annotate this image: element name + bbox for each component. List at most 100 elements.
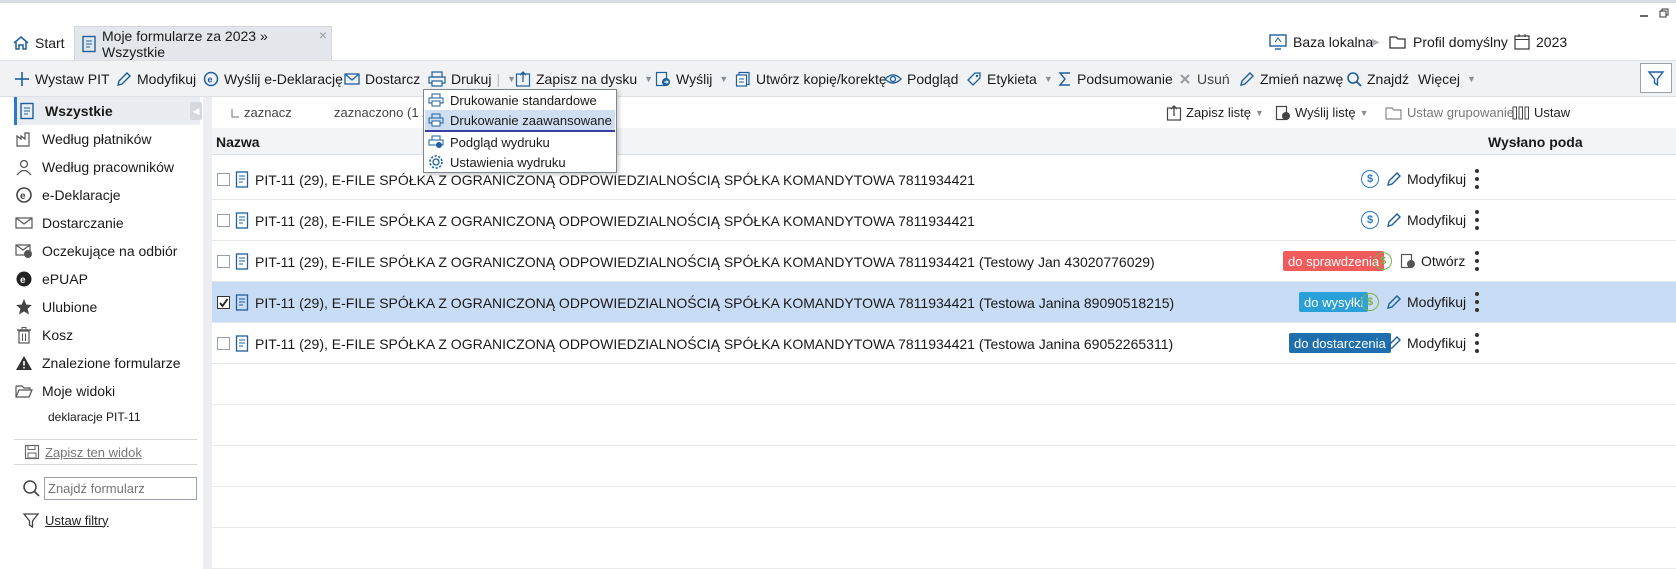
sidebar-item-delivery[interactable]: Dostarczanie bbox=[14, 209, 200, 237]
table-row-selected[interactable]: PIT-11 (29), E-FILE SPÓŁKA Z OGRANICZONĄ… bbox=[212, 282, 1676, 323]
row-action-button[interactable]: Modyfikuj bbox=[1386, 333, 1466, 353]
set-grouping-button[interactable]: Ustaw grupowanie bbox=[1385, 97, 1514, 128]
row-action-label: Otwórz bbox=[1421, 253, 1466, 269]
row-menu-icon[interactable] bbox=[1474, 210, 1480, 230]
chevron-down-icon: ▼ bbox=[644, 73, 654, 84]
set-columns-button[interactable]: Ustaw bbox=[1512, 97, 1570, 128]
folder-icon bbox=[1385, 105, 1403, 121]
x-icon bbox=[1178, 72, 1192, 86]
find-button[interactable]: Znajdź bbox=[1346, 61, 1409, 96]
row-action-button[interactable]: Modyfikuj bbox=[1386, 292, 1466, 312]
issue-pit-button[interactable]: Wystaw PIT bbox=[14, 61, 110, 96]
more-label: Więcej bbox=[1418, 70, 1461, 87]
table-row[interactable]: PIT-11 (29), E-FILE SPÓŁKA Z OGRANICZONĄ… bbox=[212, 323, 1676, 364]
row-action-button[interactable]: Otwórz bbox=[1400, 251, 1465, 271]
delete-button[interactable]: Usuń bbox=[1178, 61, 1230, 96]
folder-icon bbox=[1388, 33, 1408, 51]
print-label: Drukuj bbox=[451, 70, 492, 87]
restore-icon[interactable] bbox=[1656, 5, 1672, 21]
more-button[interactable]: Więcej ▼ bbox=[1418, 61, 1476, 96]
deliver-button[interactable]: Dostarcz bbox=[344, 61, 420, 96]
row-menu-icon[interactable] bbox=[1474, 333, 1480, 353]
profile-label: Profil domyślny bbox=[1413, 34, 1508, 50]
sidebar-item-found-forms[interactable]: Znalezione formularze bbox=[14, 349, 200, 377]
tab-my-forms-label: Moje formularze za 2023 » Wszystkie bbox=[102, 27, 268, 60]
column-sent-header[interactable]: Wysłano poda bbox=[1488, 134, 1583, 150]
column-name-header[interactable]: Nazwa bbox=[216, 134, 260, 150]
sidebar-divider bbox=[14, 464, 197, 465]
sidebar-item-by-payers[interactable]: Według płatników bbox=[14, 125, 200, 153]
rename-button[interactable]: Zmień nazwę bbox=[1239, 61, 1343, 96]
sidebar-item-trash[interactable]: Kosz bbox=[14, 321, 200, 349]
send-list-button[interactable]: Wyślij listę ▼ bbox=[1275, 97, 1368, 128]
row-checkbox[interactable] bbox=[217, 214, 230, 227]
row-checkbox-checked[interactable] bbox=[217, 296, 230, 309]
menu-item-label: Drukowanie standardowe bbox=[450, 92, 597, 108]
label-label: Etykieta bbox=[987, 70, 1037, 87]
menu-item-print-preview[interactable]: Podgląd wydruku bbox=[425, 132, 615, 152]
database-link[interactable]: Baza lokalna bbox=[1268, 30, 1373, 54]
menu-item-print-settings[interactable]: Ustawienia wydruku bbox=[425, 152, 615, 172]
sidebar-item-my-views[interactable]: Moje widoki bbox=[14, 377, 200, 405]
row-checkbox[interactable] bbox=[217, 255, 230, 268]
printer-icon bbox=[428, 113, 444, 127]
form-search-input[interactable] bbox=[44, 477, 197, 500]
label-button[interactable]: Etykieta ▼ bbox=[966, 61, 1053, 96]
tab-close-icon[interactable]: × bbox=[319, 27, 327, 43]
folder-open-icon bbox=[14, 381, 34, 401]
pencil-icon bbox=[116, 71, 132, 87]
collapse-sidebar-icon[interactable]: ◀ bbox=[190, 102, 202, 120]
row-action-label: Modyfikuj bbox=[1407, 294, 1467, 310]
status-badge: do wysyłki bbox=[1299, 292, 1369, 312]
chevron-down-icon: ▼ bbox=[719, 73, 729, 84]
row-menu-icon[interactable] bbox=[1474, 169, 1480, 189]
modify-button[interactable]: Modyfikuj bbox=[116, 61, 196, 96]
send-edeclaration-button[interactable]: e Wyślij e-Deklarację bbox=[203, 61, 343, 96]
open-document-icon bbox=[1400, 253, 1416, 269]
funnel-icon bbox=[1647, 69, 1665, 87]
save-view-link[interactable]: Zapisz ten widok bbox=[24, 442, 142, 462]
document-icon bbox=[81, 35, 97, 53]
sidebar-item-by-employees[interactable]: Według pracowników bbox=[14, 153, 200, 181]
sidebar-item-favorites[interactable]: Ulubione bbox=[14, 293, 200, 321]
row-menu-icon[interactable] bbox=[1474, 292, 1480, 312]
empty-row bbox=[212, 405, 1676, 446]
send-button[interactable]: Wyślij ▼ bbox=[655, 61, 728, 96]
row-action-button[interactable]: Modyfikuj bbox=[1386, 169, 1466, 189]
row-checkbox[interactable] bbox=[217, 173, 230, 186]
row-action-label: Modyfikuj bbox=[1407, 212, 1467, 228]
save-list-button[interactable]: Zapisz listę ▼ bbox=[1166, 97, 1264, 128]
sidebar-item-awaiting[interactable]: Oczekujące na odbiór bbox=[14, 237, 200, 265]
sidebar-item-epuap[interactable]: e ePUAP bbox=[14, 265, 200, 293]
set-filters-link[interactable]: Ustaw filtry bbox=[22, 510, 109, 530]
funnel-icon bbox=[22, 511, 40, 529]
document-icon bbox=[235, 294, 249, 311]
sidebar-splitter[interactable] bbox=[203, 97, 212, 569]
select-toggle[interactable]: zaznacz bbox=[230, 97, 292, 128]
search-icon bbox=[22, 479, 40, 497]
sidebar-view-pit11[interactable]: deklaracje PIT-11 bbox=[48, 410, 141, 424]
tab-start[interactable]: Start bbox=[6, 26, 68, 60]
row-menu-icon[interactable] bbox=[1474, 251, 1480, 271]
menu-item-standard-print[interactable]: Drukowanie standardowe bbox=[425, 90, 615, 110]
minimize-icon[interactable] bbox=[1636, 5, 1652, 21]
summary-button[interactable]: Podsumowanie bbox=[1058, 61, 1173, 96]
year-selector[interactable]: 2023 bbox=[1513, 30, 1567, 54]
empty-row bbox=[212, 446, 1676, 487]
profile-link[interactable]: Profil domyślny bbox=[1388, 30, 1508, 54]
preview-button[interactable]: Podgląd bbox=[884, 61, 958, 96]
set-columns-label: Ustaw bbox=[1534, 105, 1571, 120]
issue-pit-label: Wystaw PIT bbox=[35, 70, 110, 87]
sidebar-item-all[interactable]: Wszystkie bbox=[14, 97, 200, 125]
row-checkbox[interactable] bbox=[217, 337, 230, 350]
floppy-icon bbox=[24, 444, 40, 460]
svg-text:e: e bbox=[20, 191, 26, 202]
row-action-button[interactable]: Modyfikuj bbox=[1386, 210, 1466, 230]
filter-toggle-button[interactable] bbox=[1640, 63, 1672, 93]
menu-item-advanced-print[interactable]: Drukowanie zaawansowane bbox=[425, 110, 615, 132]
tab-my-forms[interactable]: Moje formularze za 2023 » Wszystkie × bbox=[74, 26, 332, 60]
copy-correction-button[interactable]: Utwórz kopię/korektę bbox=[735, 61, 887, 96]
table-row[interactable]: PIT-11 (29), E-FILE SPÓŁKA Z OGRANICZONĄ… bbox=[212, 241, 1676, 282]
sidebar-item-edeclarations[interactable]: e e-Deklaracje bbox=[14, 181, 200, 209]
table-row[interactable]: PIT-11 (28), E-FILE SPÓŁKA Z OGRANICZONĄ… bbox=[212, 200, 1676, 241]
